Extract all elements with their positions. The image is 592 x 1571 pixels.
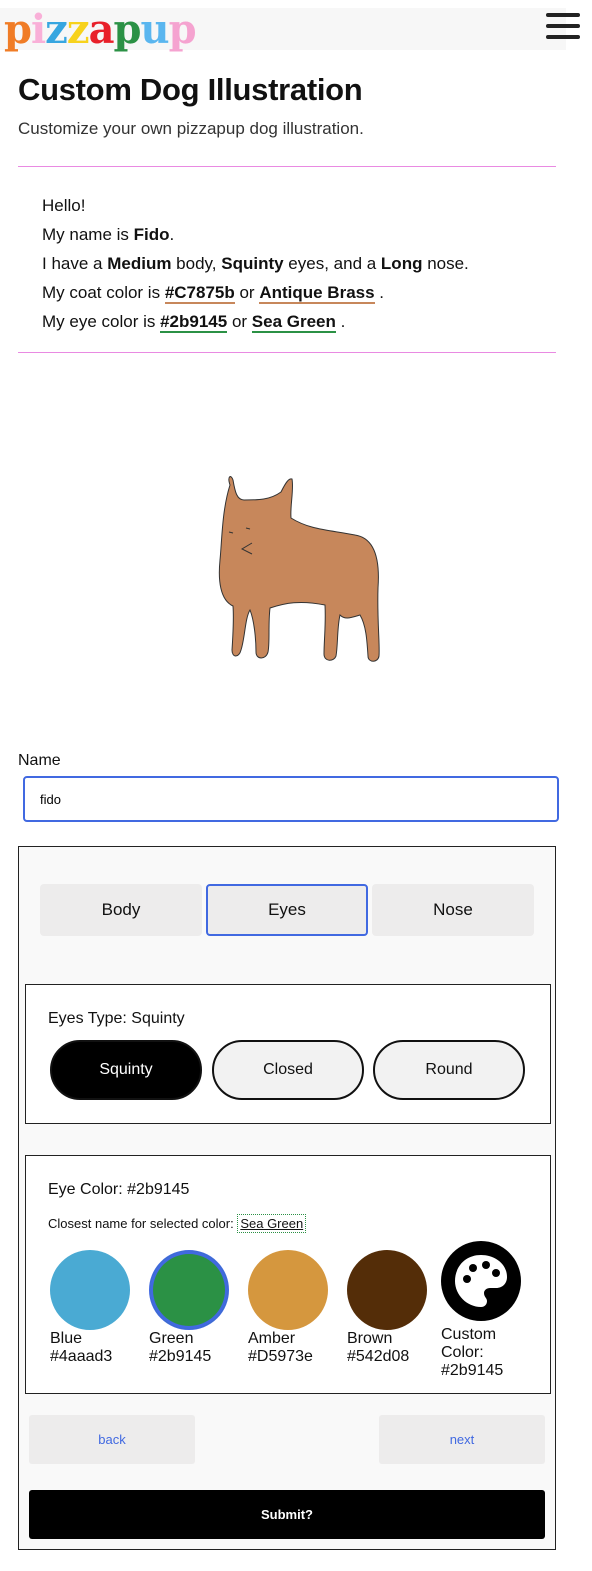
logo-letter: z: [66, 6, 90, 53]
intro-text: body,: [171, 254, 222, 273]
hamburger-menu-icon[interactable]: [546, 13, 580, 41]
logo-letter: u: [140, 6, 170, 53]
logo-letter: p: [168, 6, 197, 53]
intro-text: nose.: [422, 254, 469, 273]
site-header: pizzapup: [0, 8, 566, 50]
intro-text: eyes, and a: [283, 254, 381, 273]
name-label: Name: [18, 752, 61, 769]
eyes-type-title: Eyes Type: Squinty: [48, 1010, 185, 1027]
intro-text: .: [379, 283, 385, 302]
logo-letter: p: [4, 6, 32, 53]
swatch-green[interactable]: Green #2b9145: [149, 1250, 233, 1366]
closest-color: Closest name for selected color: Sea Gre…: [48, 1214, 307, 1233]
page-title: Custom Dog Illustration: [18, 72, 363, 107]
eyes-option-squinty[interactable]: Squinty: [50, 1040, 202, 1100]
intro-text: My eye color is: [42, 312, 161, 331]
eye-color-section: Eye Color: #2b9145 Closest name for sele…: [25, 1155, 551, 1394]
swatch-name: Brown: [347, 1330, 393, 1347]
intro-text: or: [234, 283, 260, 302]
swatch-dot[interactable]: [248, 1250, 328, 1330]
divider-top: [18, 166, 556, 167]
custom-color-label: Custom: [441, 1326, 497, 1343]
next-button[interactable]: next: [379, 1415, 545, 1464]
eyes-option-round[interactable]: Round: [373, 1040, 525, 1100]
swatch-name: Green: [149, 1330, 194, 1347]
dog-intro: Hello! My name is Fido. I have a Medium …: [42, 191, 469, 336]
custom-color-hex: #2b9145: [441, 1362, 504, 1379]
logo-letter: a: [88, 6, 115, 53]
logo-letter: z: [45, 6, 68, 53]
closest-color-name[interactable]: Sea Green: [237, 1214, 307, 1233]
custom-color-button[interactable]: Custom Color: #2b9145: [441, 1241, 525, 1380]
swatch-hex: #542d08: [347, 1348, 410, 1365]
divider-bottom: [18, 352, 556, 353]
eyes-option-closed[interactable]: Closed: [212, 1040, 364, 1100]
eyes-type-section: Eyes Type: Squinty Squinty Closed Round: [25, 984, 551, 1124]
intro-body-type: Medium: [107, 254, 172, 273]
intro-features-line: I have a Medium body, Squinty eyes, and …: [42, 249, 469, 278]
swatch-amber[interactable]: Amber #D5973e: [248, 1250, 332, 1366]
intro-coat-line: My coat color is #C7875b or Antique Bras…: [42, 278, 469, 307]
custom-color-label: Color:: [441, 1344, 484, 1361]
page-subtitle: Customize your own pizzapup dog illustra…: [18, 119, 364, 138]
swatch-dot[interactable]: [347, 1250, 427, 1330]
dog-body-shape: [218, 476, 380, 662]
intro-text: My name is: [42, 225, 134, 244]
back-button[interactable]: back: [29, 1415, 195, 1464]
intro-text: I have a: [42, 254, 108, 273]
logo-letter: i: [30, 6, 46, 53]
tab-body[interactable]: Body: [40, 884, 202, 936]
swatch-name: Amber: [248, 1330, 296, 1347]
tab-nose[interactable]: Nose: [372, 884, 534, 936]
name-input[interactable]: [23, 776, 559, 822]
intro-hello: Hello!: [42, 196, 86, 215]
coat-name-link[interactable]: Antique Brass: [259, 283, 375, 304]
intro-nose-type: Long: [380, 254, 423, 273]
swatch-hex: #2b9145: [149, 1348, 212, 1365]
closest-color-label: Closest name for selected color:: [48, 1216, 234, 1231]
intro-text: My coat color is: [42, 283, 165, 302]
swatch-blue[interactable]: Blue #4aaad3: [50, 1250, 134, 1366]
swatch-hex: #4aaad3: [50, 1348, 113, 1365]
tab-eyes[interactable]: Eyes: [206, 884, 368, 936]
intro-text: or: [227, 312, 252, 331]
swatch-hex: #D5973e: [248, 1348, 313, 1365]
intro-eyes-type: Squinty: [221, 254, 284, 273]
coat-hex-link[interactable]: #C7875b: [164, 283, 235, 304]
swatch-dot[interactable]: [50, 1250, 130, 1330]
intro-dog-name: Fido: [133, 225, 170, 244]
eye-color-title: Eye Color: #2b9145: [48, 1181, 190, 1198]
swatch-brown[interactable]: Brown #542d08: [347, 1250, 431, 1366]
submit-button[interactable]: Submit?: [29, 1490, 545, 1539]
eye-name-link[interactable]: Sea Green: [251, 312, 336, 333]
intro-text: .: [169, 225, 175, 244]
intro-name-line: My name is Fido.: [42, 220, 469, 249]
intro-text: .: [340, 312, 346, 331]
customizer-panel: Body Eyes Nose Eyes Type: Squinty Squint…: [18, 846, 556, 1550]
dog-illustration: [200, 470, 400, 670]
eye-hex-link[interactable]: #2b9145: [160, 312, 228, 333]
pizzapup-logo[interactable]: pizzapup: [4, 6, 197, 53]
palette-icon[interactable]: [441, 1241, 521, 1321]
intro-eye-line: My eye color is #2b9145 or Sea Green .: [42, 307, 469, 336]
logo-letter: p: [113, 6, 142, 53]
swatch-name: Blue: [50, 1330, 83, 1347]
swatch-dot-selected[interactable]: [149, 1250, 229, 1330]
